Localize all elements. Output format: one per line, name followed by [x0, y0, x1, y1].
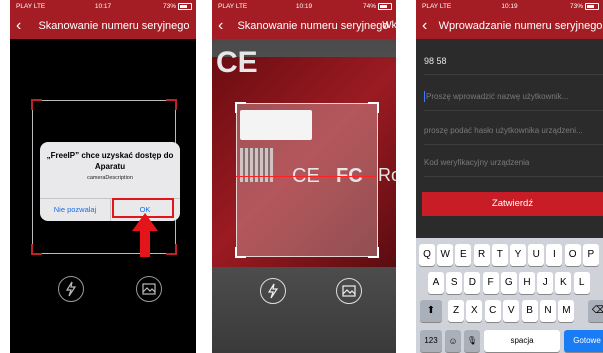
- phone-screen-camera-permission: PLAY LTE 10:17 73% ‹ Skanowanie numeru s…: [10, 0, 196, 353]
- on-screen-keyboard: QWERTYUIOP ASDFGHJKL ZXCVBNM ⬆ ⌫ 123 ☺ 🎙…: [416, 238, 603, 353]
- key-h[interactable]: H: [519, 272, 535, 294]
- key-u[interactable]: U: [528, 244, 545, 266]
- back-button[interactable]: ‹: [16, 17, 21, 35]
- phone-screen-serial-entry: PLAY LTE 10:19 73% ‹ Wprowadzanie numeru…: [416, 0, 603, 353]
- dialog-message: cameraDescription: [87, 175, 133, 181]
- key-n[interactable]: N: [540, 300, 556, 322]
- key-i[interactable]: I: [546, 244, 563, 266]
- emoji-key[interactable]: ☺: [445, 330, 461, 352]
- back-button[interactable]: ‹: [422, 17, 427, 35]
- key-a[interactable]: A: [428, 272, 444, 294]
- key-e[interactable]: E: [455, 244, 472, 266]
- shift-key[interactable]: ⬆: [420, 300, 442, 322]
- key-l[interactable]: L: [573, 272, 590, 294]
- status-bar: PLAY LTE 10:17 73%: [10, 0, 196, 13]
- username-field[interactable]: Proszę wprowadzić nazwę użytkownik...: [424, 84, 603, 111]
- key-s[interactable]: S: [446, 272, 463, 294]
- password-field[interactable]: proszę podać hasło użytkownika urządzeni…: [424, 118, 603, 145]
- manual-entry-link[interactable]: Wklad: [382, 13, 396, 39]
- key-w[interactable]: W: [437, 244, 454, 266]
- backspace-key[interactable]: ⌫: [588, 300, 603, 322]
- white-sticker: [240, 110, 312, 140]
- status-bar: PLAY LTE 10:19 74%: [212, 0, 396, 13]
- gallery-icon[interactable]: [136, 276, 162, 302]
- status-bar: PLAY LTE 10:19 73%: [416, 0, 603, 13]
- ce-mark-top: CE: [216, 46, 258, 79]
- key-f[interactable]: F: [482, 272, 499, 294]
- key-g[interactable]: G: [500, 272, 517, 294]
- numbers-key[interactable]: 123: [420, 330, 442, 352]
- battery-indicator: 73%: [163, 0, 192, 13]
- phone-screen-scanning: CE CE FC Ro PLAY LTE 10:19 74% ‹ Skanowa…: [212, 0, 396, 353]
- key-o[interactable]: O: [564, 244, 581, 266]
- battery-icon: [378, 2, 392, 10]
- battery-indicator: 73%: [570, 0, 599, 13]
- deny-button[interactable]: Nie pozwalaj: [40, 199, 111, 221]
- key-r[interactable]: R: [473, 244, 490, 266]
- submit-button[interactable]: Zatwierdź: [422, 192, 603, 216]
- key-k[interactable]: K: [555, 272, 572, 294]
- key-v[interactable]: V: [503, 300, 520, 322]
- serial-number-field[interactable]: 98 58: [424, 48, 603, 75]
- page-title: Skanowanie numeru seryjnego: [38, 20, 190, 32]
- key-d[interactable]: D: [464, 272, 481, 294]
- key-z[interactable]: Z: [448, 300, 464, 322]
- back-button[interactable]: ‹: [218, 17, 223, 35]
- key-m[interactable]: M: [558, 300, 575, 322]
- microphone-key[interactable]: 🎙: [464, 330, 480, 352]
- key-q[interactable]: Q: [419, 244, 435, 266]
- text-cursor: [424, 91, 425, 103]
- gallery-icon[interactable]: [336, 278, 362, 304]
- up-arrow-icon: [132, 213, 158, 257]
- battery-icon: [585, 2, 599, 10]
- flash-icon[interactable]: [58, 276, 84, 302]
- verification-code-field[interactable]: Kod weryfikacyjny urządzenia: [424, 150, 603, 177]
- nav-bar: ‹ Skanowanie numeru seryjnego: [10, 13, 196, 39]
- page-title: Skanowanie numeru seryjnego: [237, 20, 389, 32]
- done-key[interactable]: Gotowe: [564, 330, 603, 352]
- camera-controls: [212, 276, 396, 306]
- permission-dialog: „FreeIP” chce uzyskać dostęp do Aparatu …: [40, 142, 180, 221]
- dialog-title: „FreeIP” chce uzyskać dostęp do Aparatu: [46, 151, 174, 171]
- nav-bar: ‹ Wprowadzanie numeru seryjnego: [416, 13, 603, 39]
- battery-indicator: 74%: [363, 0, 392, 13]
- page-title: Wprowadzanie numeru seryjnego: [438, 20, 603, 32]
- battery-icon: [178, 2, 192, 10]
- nav-bar: ‹ Skanowanie numeru seryjnego Wklad: [212, 13, 396, 39]
- space-key[interactable]: spacja: [484, 330, 560, 352]
- key-x[interactable]: X: [466, 300, 483, 322]
- key-j[interactable]: J: [537, 272, 554, 294]
- key-c[interactable]: C: [484, 300, 501, 322]
- scan-line: [236, 176, 376, 177]
- key-y[interactable]: Y: [510, 244, 526, 266]
- ro-text: Ro: [378, 165, 396, 185]
- camera-controls: [10, 276, 196, 306]
- key-p[interactable]: P: [582, 244, 599, 266]
- flash-icon[interactable]: [260, 278, 286, 304]
- key-t[interactable]: T: [491, 244, 508, 266]
- key-b[interactable]: B: [521, 300, 538, 322]
